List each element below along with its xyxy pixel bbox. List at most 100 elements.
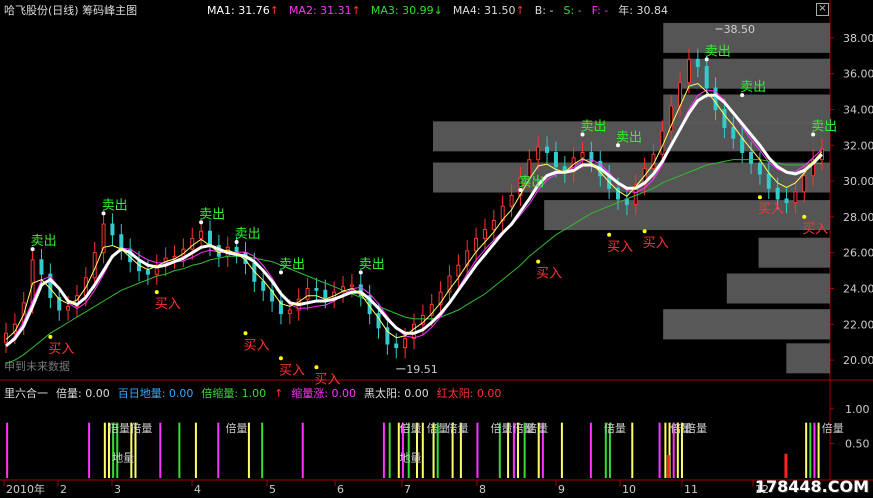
- price-tick-label: 28.00: [843, 211, 873, 224]
- signal-dot: [802, 214, 807, 219]
- candle-body: [456, 264, 461, 277]
- indicator-bar: [247, 422, 250, 478]
- indicator-label: 地量: [112, 451, 134, 464]
- sell-signal: 卖出: [359, 257, 385, 272]
- indicator-bar: [476, 422, 479, 478]
- x-tick-label: 7: [404, 483, 411, 496]
- candle-body: [394, 343, 399, 349]
- signal-dot: [811, 132, 816, 137]
- signal-dot: [704, 57, 709, 62]
- candle-body: [30, 259, 35, 304]
- candle-body: [403, 338, 408, 349]
- price-tick-label: 20.00: [843, 354, 873, 367]
- candle-body: [261, 280, 266, 291]
- signal-dot: [607, 232, 612, 237]
- buy-signal: 买入: [802, 222, 828, 237]
- candle-body: [509, 194, 514, 207]
- candle-body: [553, 151, 558, 168]
- x-tick-label: 11: [684, 483, 698, 496]
- candle-body: [784, 198, 789, 204]
- candle-body: [580, 151, 585, 159]
- indicator-bar: [817, 422, 820, 478]
- signal-dot: [278, 356, 283, 361]
- signal-dot: [243, 331, 248, 336]
- candle-body: [66, 305, 71, 311]
- indicator-bar: [560, 422, 563, 478]
- candle-body: [349, 284, 354, 288]
- signal-dot: [30, 247, 35, 252]
- indicator-label: 倍量: [685, 421, 707, 435]
- indicator-label: 倍量: [226, 421, 248, 435]
- signal-dot: [757, 195, 762, 200]
- x-tick-label: 10: [622, 483, 636, 496]
- candle-body: [376, 313, 381, 329]
- signal-dot: [48, 334, 53, 339]
- chip-peak-bar: [786, 343, 830, 374]
- chart-canvas: 38.00 36.00 34.00 32.00 30.00 28.00 26.00 24.00…: [0, 0, 873, 496]
- buy-signal: 买入: [758, 202, 784, 217]
- price-tick-label: 30.00: [843, 175, 873, 188]
- x-tick-label: 2: [60, 483, 67, 496]
- candle-body: [110, 223, 115, 236]
- indicator-bar: [784, 453, 788, 478]
- candle-body: [208, 230, 212, 247]
- signal-dot: [580, 132, 585, 137]
- buy-signal: 买入: [155, 297, 181, 312]
- chip-peak-bar: [726, 273, 830, 304]
- x-tick-label: 3: [114, 483, 121, 496]
- indicator-bar: [6, 422, 9, 478]
- sell-signal: 卖出: [279, 257, 305, 272]
- indicator-label: 倍量: [604, 421, 626, 435]
- x-tick-label: 12: [755, 483, 769, 496]
- buy-signal: 买入: [48, 342, 74, 357]
- chip-peak-bar: [663, 94, 830, 125]
- signal-dot: [101, 211, 106, 216]
- indicator-label: 倍量: [108, 421, 130, 435]
- candle-body: [793, 191, 798, 204]
- indicator-bar: [421, 422, 424, 478]
- candle-body: [766, 173, 771, 189]
- indicator-bar: [301, 422, 304, 478]
- low-annotation: 19.51: [406, 363, 438, 376]
- sell-signal: 卖出: [811, 120, 837, 135]
- price-tick-label: 36.00: [843, 68, 873, 81]
- indicator-bar: [388, 422, 391, 478]
- x-tick-label: 5: [269, 483, 276, 496]
- sell-signal: 卖出: [235, 227, 261, 242]
- indicator-label: 倍量: [130, 421, 152, 435]
- chip-peak-bar: [663, 309, 830, 340]
- x-tick-label: 2010年: [6, 482, 45, 496]
- signal-dot: [154, 290, 159, 295]
- signal-dot: [358, 270, 363, 275]
- candle-body: [482, 228, 487, 239]
- buy-signal: 买入: [314, 372, 340, 387]
- price-tick-label: 38.00: [843, 32, 873, 45]
- indicator-bar: [194, 422, 197, 478]
- indicator-bar: [664, 422, 667, 478]
- indicator-bar: [217, 422, 220, 478]
- candle-body: [145, 270, 150, 275]
- buy-signal: 买入: [279, 363, 305, 378]
- sell-signal: 卖出: [740, 80, 766, 95]
- signal-dot: [199, 220, 204, 225]
- x-tick-label: 4: [194, 483, 201, 496]
- buy-signal: 买入: [607, 240, 633, 255]
- signal-dot: [518, 188, 523, 193]
- price-tick-label: 26.00: [843, 247, 873, 260]
- candle-body: [119, 234, 124, 250]
- buy-signal: 买入: [536, 267, 562, 282]
- candle-body: [749, 151, 754, 164]
- indicator-bar: [805, 422, 808, 478]
- price-tick-label: 24.00: [843, 283, 873, 296]
- candle-body: [757, 162, 762, 175]
- indicator-bar: [666, 455, 670, 478]
- indicator-bar: [159, 422, 162, 478]
- chip-peak-bar: [544, 200, 830, 231]
- signal-dot: [642, 229, 647, 234]
- sell-signal: 卖出: [102, 198, 128, 213]
- candle-body: [190, 237, 195, 250]
- sell-signal: 卖出: [199, 207, 225, 222]
- candle-body: [731, 126, 736, 139]
- candle-body: [199, 230, 204, 239]
- candle-body: [287, 309, 292, 315]
